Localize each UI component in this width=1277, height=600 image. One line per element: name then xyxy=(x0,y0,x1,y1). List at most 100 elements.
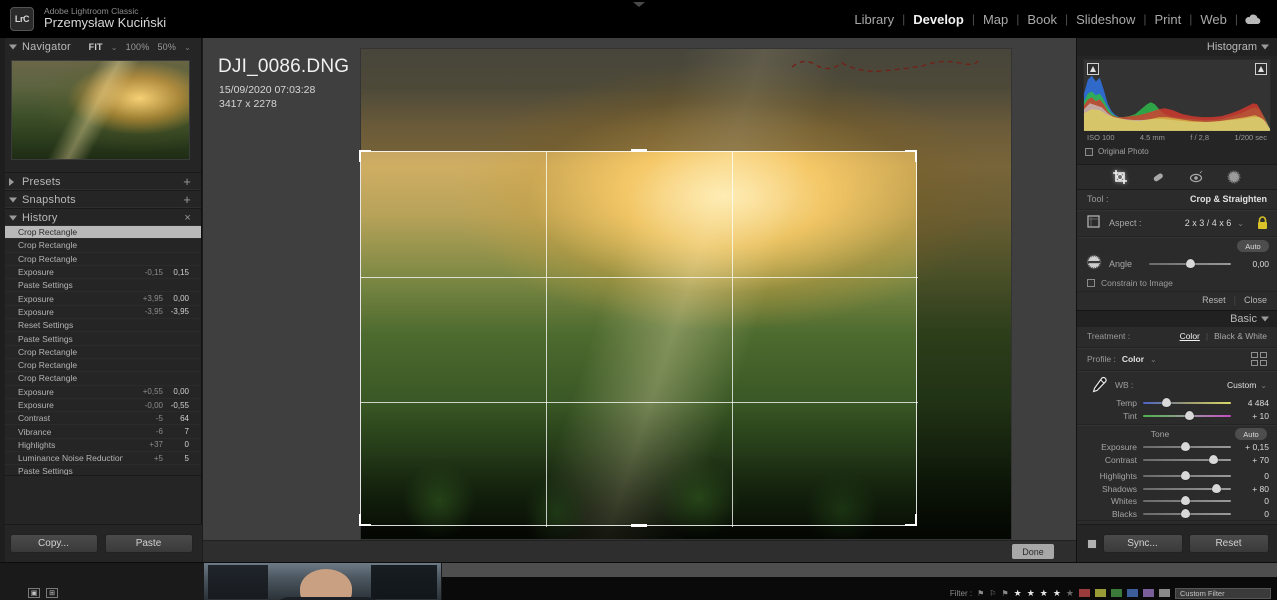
crop-handle-top-left[interactable] xyxy=(359,150,371,162)
slider-knob[interactable] xyxy=(1185,259,1195,268)
color-label-red[interactable] xyxy=(1079,589,1090,597)
module-print[interactable]: Print xyxy=(1147,12,1190,27)
treatment-bw-option[interactable]: Black & White xyxy=(1214,331,1267,341)
grid-view-icon[interactable]: ▣ xyxy=(28,588,40,598)
color-label-none[interactable] xyxy=(1159,589,1170,597)
tone-auto-button[interactable]: Auto xyxy=(1235,428,1267,440)
paste-button[interactable]: Paste xyxy=(104,534,193,553)
sync-checkbox-icon[interactable] xyxy=(1086,538,1097,549)
color-label-green[interactable] xyxy=(1111,589,1122,597)
history-item[interactable]: Paste Settings xyxy=(0,332,201,346)
profile-stepper-icon[interactable]: ⌄ xyxy=(1150,355,1157,364)
history-header[interactable]: History × xyxy=(0,208,201,226)
chevron-down-icon[interactable] xyxy=(9,215,17,220)
flag-unflagged-icon[interactable]: ⚐ xyxy=(989,589,996,598)
snapshots-add-icon[interactable]: + xyxy=(183,192,191,207)
history-item[interactable]: Exposure -0,15 0,15 xyxy=(0,266,201,280)
checkbox-icon[interactable] xyxy=(1085,147,1093,156)
straighten-tool-icon[interactable] xyxy=(1085,253,1103,276)
crop-handle-top-right[interactable] xyxy=(905,150,917,162)
crop-tool-icon[interactable] xyxy=(1111,168,1129,186)
crop-reset-button[interactable]: Reset xyxy=(1202,295,1226,305)
left-panel-collapse-tab[interactable] xyxy=(0,38,5,562)
slider-knob[interactable] xyxy=(1162,398,1172,408)
copy-button[interactable]: Copy... xyxy=(9,534,98,553)
history-item[interactable]: Exposure +0,55 0,00 xyxy=(0,386,201,399)
module-library[interactable]: Library xyxy=(846,12,902,27)
histogram-chart[interactable] xyxy=(1083,59,1271,131)
top-panel-toggle-arrow[interactable] xyxy=(632,2,645,7)
presets-header[interactable]: Presets + xyxy=(0,172,201,190)
navigator-header[interactable]: Navigator FIT ⌄ 100% 50% ⌄ xyxy=(0,38,201,56)
history-item[interactable]: Crop Rectangle xyxy=(0,359,201,373)
chevron-down-icon[interactable] xyxy=(9,197,17,202)
profile-browser-icon[interactable] xyxy=(1251,352,1267,366)
history-clear-icon[interactable]: × xyxy=(184,212,191,224)
rating-star-1[interactable]: ★ xyxy=(1014,588,1022,599)
constrain-to-image-toggle[interactable]: Constrain to Image xyxy=(1077,275,1277,291)
navigator-preview[interactable] xyxy=(11,60,190,160)
crop-frame-icon[interactable] xyxy=(1085,213,1103,233)
rating-star-2[interactable]: ★ xyxy=(1027,588,1035,599)
wb-value-group[interactable]: Custom ⌄ xyxy=(1227,380,1267,390)
whites-slider[interactable] xyxy=(1143,496,1231,506)
slider-knob[interactable] xyxy=(1208,454,1218,464)
sync-button[interactable]: Sync... xyxy=(1102,534,1183,553)
history-item[interactable]: Exposure +3,95 0,00 xyxy=(0,292,201,306)
angle-slider[interactable] xyxy=(1149,259,1231,269)
contrast-slider[interactable] xyxy=(1143,454,1231,465)
history-item[interactable]: Crop Rectangle xyxy=(0,239,201,253)
crop-handle-bottom-left[interactable] xyxy=(359,514,371,526)
crop-handle-bottom-center[interactable] xyxy=(631,524,647,527)
zoom-fit[interactable]: FIT xyxy=(89,42,103,52)
crop-close-button[interactable]: Close xyxy=(1244,295,1267,305)
blacks-slider[interactable] xyxy=(1143,508,1231,519)
shadows-slider[interactable] xyxy=(1143,483,1231,494)
tint-slider[interactable] xyxy=(1143,410,1231,421)
slider-knob[interactable] xyxy=(1180,471,1190,481)
color-label-blue[interactable] xyxy=(1127,589,1138,597)
history-item[interactable]: Reset Settings xyxy=(0,319,201,333)
history-item[interactable]: Exposure -3,95 -3,95 xyxy=(0,306,201,320)
presets-add-icon[interactable]: + xyxy=(183,174,191,189)
custom-filter-select[interactable]: Custom Filter xyxy=(1175,587,1271,599)
zoom-100[interactable]: 100% xyxy=(126,42,150,52)
slider-knob[interactable] xyxy=(1180,496,1190,506)
history-item[interactable]: Highlights +37 0 xyxy=(0,439,201,453)
slider-knob[interactable] xyxy=(1180,442,1190,452)
module-book[interactable]: Book xyxy=(1019,12,1065,27)
module-develop[interactable]: Develop xyxy=(905,12,972,27)
zoom-50[interactable]: 50% xyxy=(157,42,176,52)
crop-handle-top-center[interactable] xyxy=(631,149,647,152)
color-label-yellow[interactable] xyxy=(1095,589,1106,597)
snapshots-header[interactable]: Snapshots + xyxy=(0,190,201,208)
slider-knob[interactable] xyxy=(1185,410,1195,420)
history-item[interactable]: Exposure -0,00 -0,55 xyxy=(0,399,201,413)
history-item[interactable]: Crop Rectangle xyxy=(0,372,201,386)
eyedropper-icon[interactable] xyxy=(1087,375,1109,395)
history-item[interactable]: Crop Rectangle xyxy=(0,346,201,359)
chevron-down-icon[interactable] xyxy=(1261,44,1269,50)
lock-icon[interactable] xyxy=(1256,216,1269,230)
chevron-down-icon[interactable] xyxy=(9,44,17,50)
done-button[interactable]: Done xyxy=(1012,544,1054,559)
history-item[interactable]: Crop Rectangle xyxy=(0,253,201,266)
zoom-stepper-icon[interactable]: ⌄ xyxy=(184,43,191,52)
rating-star-4[interactable]: ★ xyxy=(1053,588,1061,599)
red-eye-icon[interactable] xyxy=(1187,168,1205,186)
original-photo-toggle[interactable]: Original Photo xyxy=(1083,145,1271,158)
module-web[interactable]: Web xyxy=(1192,12,1235,27)
slider-knob[interactable] xyxy=(1180,508,1190,518)
rating-star-3[interactable]: ★ xyxy=(1040,588,1048,599)
histogram-header[interactable]: Histogram xyxy=(1077,38,1277,56)
flag-pick-icon[interactable]: ⚑ xyxy=(977,589,984,598)
rating-star-5[interactable]: ★ xyxy=(1066,588,1074,599)
masking-icon[interactable] xyxy=(1225,168,1243,186)
temp-slider[interactable] xyxy=(1143,398,1231,408)
history-item[interactable]: Crop Rectangle xyxy=(0,226,201,240)
crop-handle-bottom-right[interactable] xyxy=(905,514,917,526)
basic-panel-header[interactable]: Basic xyxy=(1077,310,1277,327)
history-item[interactable]: Paste Settings xyxy=(0,279,201,293)
compare-view-icon[interactable]: ⊞ xyxy=(46,588,58,598)
history-list[interactable]: Crop Rectangle Crop Rectangle Crop Rectang… xyxy=(0,226,201,476)
